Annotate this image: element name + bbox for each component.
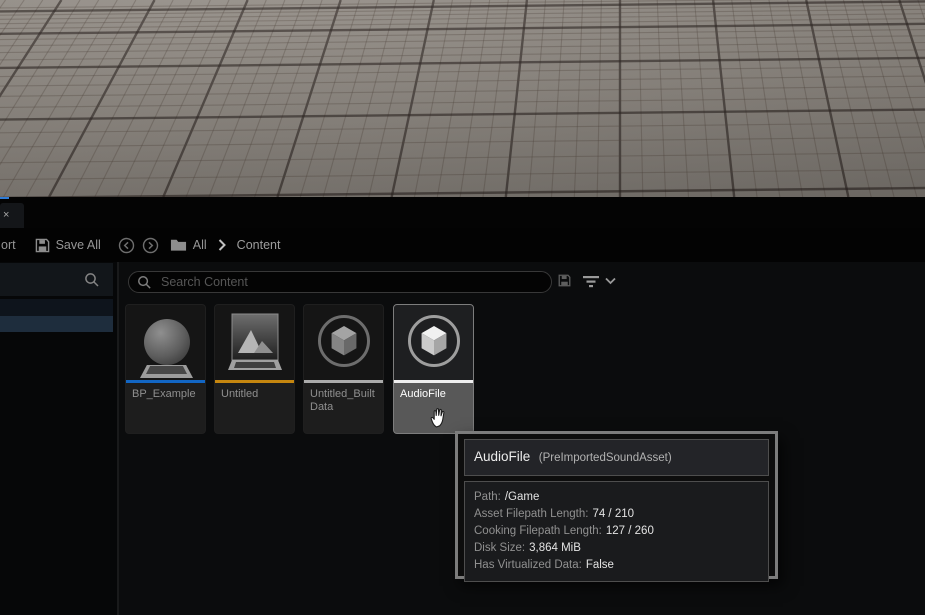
- tab-strip: ×: [0, 197, 925, 228]
- asset-tooltip: AudioFile (PreImportedSoundAsset) Path:/…: [455, 431, 778, 579]
- save-search-icon[interactable]: [558, 274, 571, 287]
- asset-search-field[interactable]: [128, 271, 552, 293]
- asset-label: Untitled: [215, 383, 294, 406]
- chevron-down-icon[interactable]: [605, 277, 616, 285]
- tooltip-asset-name: AudioFile: [474, 449, 530, 464]
- unreal-editor-screen: × ort Save All: [0, 0, 925, 615]
- search-icon: [137, 275, 152, 290]
- search-icon: [84, 272, 100, 288]
- asset-tile-bp-example[interactable]: BP_Example: [125, 304, 206, 434]
- search-input[interactable]: [159, 274, 543, 290]
- tooltip-row-virtualized: Has Virtualized Data:False: [474, 557, 759, 574]
- blueprint-pedestal-inner: [146, 366, 187, 374]
- content-browser-tab[interactable]: ×: [0, 203, 24, 228]
- data-cube-icon: [318, 315, 370, 367]
- tooltip-asset-type: (PreImportedSoundAsset): [539, 452, 672, 464]
- folder-icon: [170, 238, 187, 252]
- asset-tile-untitled[interactable]: Untitled: [214, 304, 295, 434]
- tab-accent-bar: [0, 197, 9, 199]
- tooltip-row-asset-filepath: Asset Filepath Length:74 / 210: [474, 506, 759, 523]
- asset-thumbnail: [126, 305, 205, 380]
- breadcrumb: All Content: [170, 238, 281, 252]
- folder-tree-row[interactable]: [0, 299, 113, 316]
- sources-search-bar[interactable]: [0, 263, 113, 296]
- viewport-vignette: [0, 0, 925, 197]
- hand-cursor: [428, 403, 452, 429]
- tooltip-row-path: Path:/Game: [474, 489, 759, 506]
- folder-tree-row-selected[interactable]: [0, 316, 113, 332]
- sources-panel: [0, 262, 117, 615]
- asset-tile-untitled-built-data[interactable]: Untitled_Built Data: [303, 304, 384, 434]
- save-all-button[interactable]: Save All: [35, 238, 101, 253]
- blueprint-sphere-icon: [144, 319, 190, 365]
- breadcrumb-current[interactable]: Content: [237, 238, 281, 252]
- tooltip-title-box: AudioFile (PreImportedSoundAsset): [464, 439, 769, 476]
- asset-thumbnail: [304, 305, 383, 380]
- asset-thumbnail: [215, 305, 294, 380]
- asset-label: Untitled_Built Data: [304, 383, 383, 419]
- import-button-partial[interactable]: ort: [1, 238, 16, 252]
- tooltip-detail-box: Path:/Game Asset Filepath Length:74 / 21…: [464, 481, 769, 582]
- level-mountains-icon: [228, 313, 282, 373]
- breadcrumb-root[interactable]: All: [193, 238, 207, 252]
- back-arrow-icon: [118, 237, 135, 254]
- tooltip-row-cooking-filepath: Cooking Filepath Length:127 / 260: [474, 523, 759, 540]
- asset-search-row: [119, 266, 925, 298]
- asset-label: BP_Example: [126, 383, 205, 406]
- back-button[interactable]: [118, 237, 135, 254]
- content-browser-toolbar: ort Save All: [0, 228, 925, 262]
- asset-thumbnail: [394, 305, 473, 380]
- filter-icon[interactable]: [582, 274, 600, 288]
- save-all-icon: [35, 238, 50, 253]
- level-viewport[interactable]: [0, 0, 925, 197]
- tooltip-row-disk-size: Disk Size:3,864 MiB: [474, 540, 759, 557]
- sound-cube-icon: [408, 315, 460, 367]
- forward-arrow-icon: [142, 237, 159, 254]
- breadcrumb-chevron-icon: [218, 239, 226, 251]
- forward-button[interactable]: [142, 237, 159, 254]
- tab-close-icon[interactable]: ×: [3, 209, 9, 221]
